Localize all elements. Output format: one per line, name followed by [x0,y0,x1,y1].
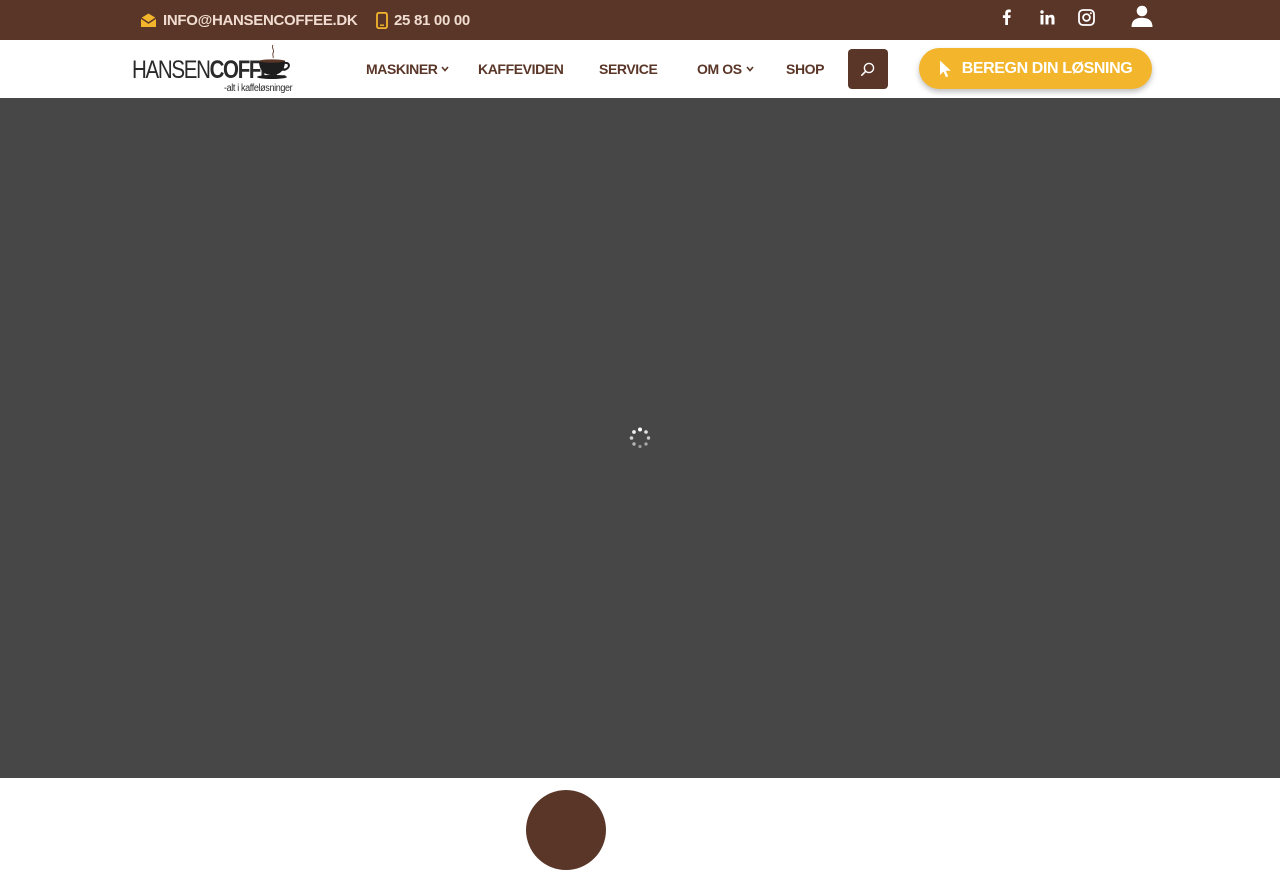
linkedin-icon [1039,9,1054,24]
nav-item-maskiner[interactable]: MASKINER [366,40,450,98]
nav-item-kaffeviden[interactable]: KAFFEVIDEN [478,40,564,98]
instagram-icon [1077,8,1095,26]
chevron-down-icon [746,66,754,72]
coffee-cup-icon [257,44,290,79]
nav-item-om-os[interactable]: OM OS [697,40,754,98]
calculate-solution-button[interactable]: BEREGN DIN LØSNING [919,48,1152,89]
decorative-circle [526,790,606,870]
loading-spinner-icon [629,427,651,449]
logo-tagline: -alt i kaffeløsninger [224,83,293,94]
facebook-icon [1002,9,1011,25]
search-icon [861,62,875,76]
nav-label-om-os: OM OS [697,61,742,77]
nav-label-kaffeviden: KAFFEVIDEN [478,61,564,77]
phone-text: 25 81 00 00 [394,11,470,29]
nav-item-service[interactable]: SERVICE [599,40,658,98]
user-icon [1131,5,1153,27]
phone-icon [376,11,388,29]
email-link[interactable]: INFO@HANSENCOFFEE.DK [140,0,358,40]
logo-text-hansen: HANSEN [132,56,211,84]
nav-label-shop: SHOP [786,61,825,77]
cursor-pointer-icon [939,60,951,77]
facebook-link[interactable] [996,0,1016,34]
email-text: INFO@HANSENCOFFEE.DK [163,11,358,29]
top-bar: INFO@HANSENCOFFEE.DK 25 81 00 00 [0,0,1280,40]
linkedin-link[interactable] [1036,0,1058,34]
envelope-icon [140,13,157,27]
search-button[interactable] [848,49,888,89]
user-account-link[interactable] [1130,0,1154,32]
phone-link[interactable]: 25 81 00 00 [376,0,470,40]
chevron-down-icon [441,66,450,72]
nav-label-maskiner: MASKINER [366,61,438,77]
instagram-link[interactable] [1075,0,1097,34]
main-navbar: HANSENCOFFEE -alt i kaffeløsninger MASKI… [0,40,1280,98]
nav-label-service: SERVICE [599,61,658,77]
hero-section [0,98,1280,778]
hansen-coffee-logo[interactable]: HANSENCOFFEE -alt i kaffeløsninger [132,44,294,96]
cta-label: BEREGN DIN LØSNING [961,59,1133,77]
nav-item-shop[interactable]: SHOP [786,40,824,98]
